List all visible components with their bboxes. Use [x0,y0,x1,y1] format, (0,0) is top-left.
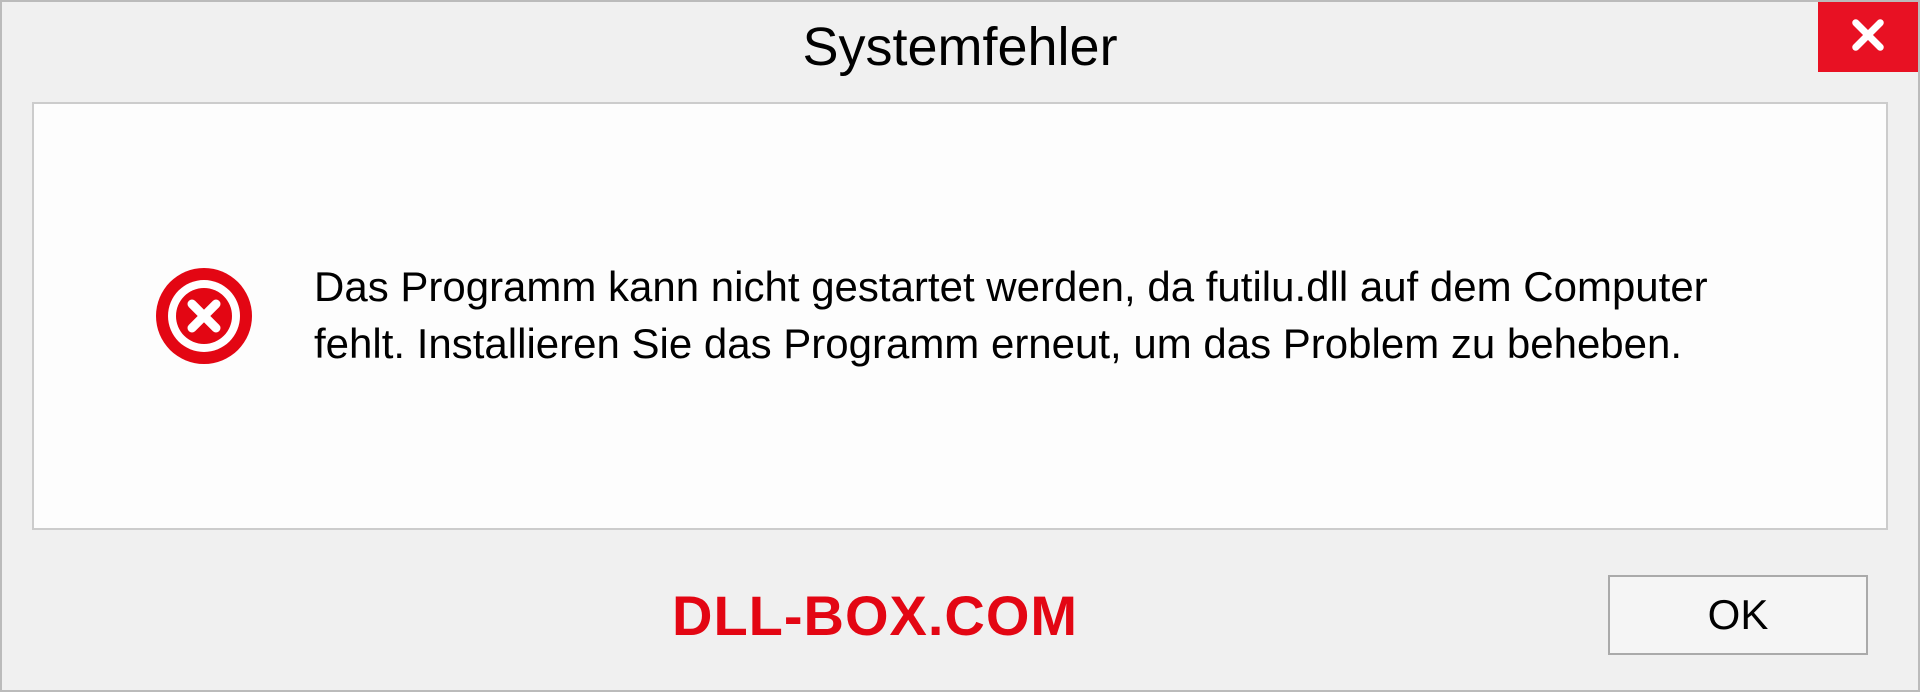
error-icon [154,266,254,366]
footer: DLL-BOX.COM OK [2,560,1918,690]
error-message: Das Programm kann nicht gestartet werden… [314,259,1714,372]
ok-button-label: OK [1708,591,1769,639]
watermark-text: DLL-BOX.COM [672,583,1078,648]
close-icon [1847,14,1889,61]
titlebar: Systemfehler [2,2,1918,92]
dialog-title: Systemfehler [802,16,1117,78]
close-button[interactable] [1818,2,1918,72]
error-dialog: Systemfehler Das Programm kann nicht ges… [0,0,1920,692]
ok-button[interactable]: OK [1608,575,1868,655]
content-area: Das Programm kann nicht gestartet werden… [32,102,1888,530]
